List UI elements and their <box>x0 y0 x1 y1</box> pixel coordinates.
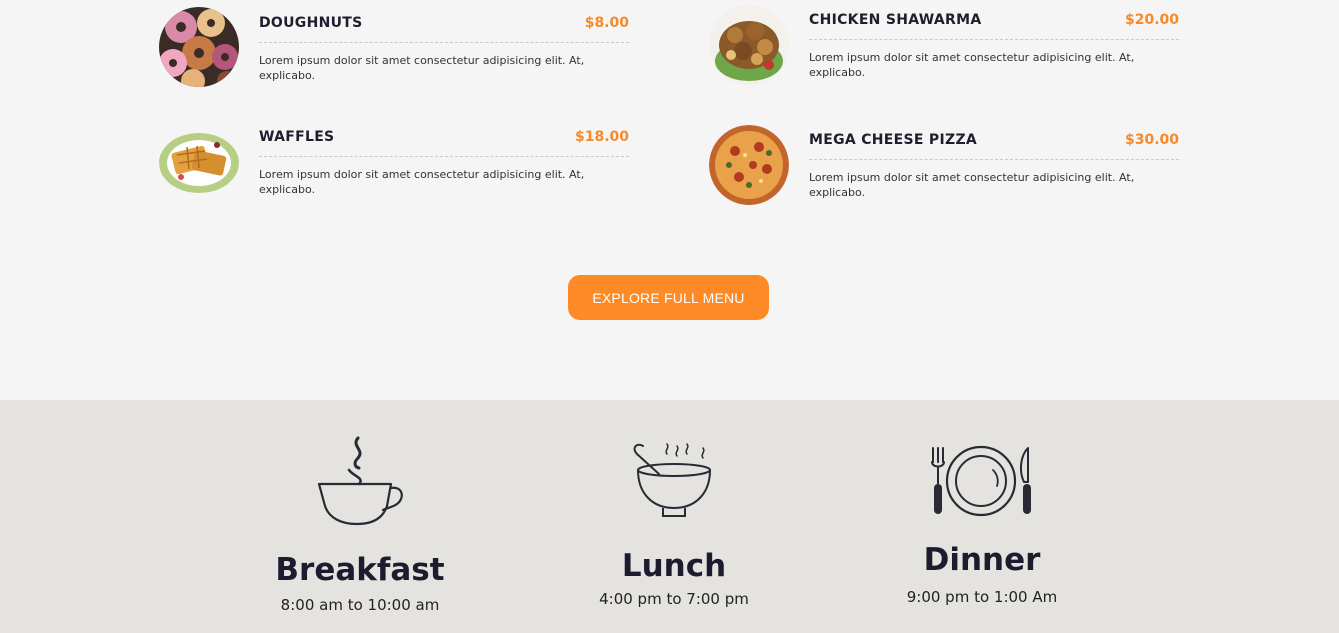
menu-item-description: Lorem ipsum dolor sit amet consectetur a… <box>809 171 1135 199</box>
meal-title: Dinner <box>923 542 1041 578</box>
menu-item-price: $18.00 <box>574 129 629 145</box>
dashed-divider <box>259 42 629 43</box>
meal-time: 9:00 pm to 1:00 Am <box>906 588 1058 606</box>
waffles-image <box>159 121 239 201</box>
menu-item-description: Lorem ipsum dolor sit amet consectetur a… <box>809 51 1135 79</box>
menu-item-mega-cheese-pizza[interactable]: MEGA CHEESE PIZZA $30.00 Lorem ipsum dol… <box>709 125 1179 215</box>
doughnuts-image <box>159 7 239 87</box>
plate-cutlery-icon <box>931 445 1031 517</box>
menu-item-description: Lorem ipsum dolor sit amet consectetur a… <box>259 54 585 82</box>
meal-title: Lunch <box>621 548 727 584</box>
menu-item-doughnuts[interactable]: DOUGHNUTS $8.00 Lorem ipsum dolor sit am… <box>159 7 629 97</box>
meal-time: 4:00 pm to 7:00 pm <box>599 590 749 608</box>
chicken-shawarma-image <box>709 5 789 85</box>
opening-hours-section: Breakfast 8:00 am to 10:00 am Lunch 4:00… <box>0 400 1339 633</box>
menu-item-waffles[interactable]: WAFFLES $18.00 Lorem ipsum dolor sit ame… <box>159 121 629 211</box>
menu-item-name: WAFFLES <box>259 129 335 145</box>
menu-item-description: Lorem ipsum dolor sit amet consectetur a… <box>259 168 585 196</box>
explore-full-menu-button[interactable]: EXPLORE FULL MENU <box>568 275 769 320</box>
meal-dinner: Dinner 9:00 pm to 1:00 Am <box>892 444 1072 606</box>
dashed-divider <box>259 156 629 157</box>
dashed-divider <box>809 39 1179 40</box>
meal-breakfast: Breakfast 8:00 am to 10:00 am <box>270 436 450 614</box>
menu-item-price: $20.00 <box>1124 12 1179 28</box>
dashed-divider <box>809 159 1179 160</box>
coffee-cup-icon <box>317 436 403 526</box>
meal-time: 8:00 am to 10:00 am <box>280 596 440 614</box>
menu-item-name: CHICKEN SHAWARMA <box>809 12 982 28</box>
menu-item-name: MEGA CHEESE PIZZA <box>809 132 978 148</box>
soup-bowl-icon <box>633 443 711 517</box>
menu-section: DOUGHNUTS $8.00 Lorem ipsum dolor sit am… <box>0 0 1339 400</box>
meal-title: Breakfast <box>275 552 445 588</box>
menu-item-chicken-shawarma[interactable]: CHICKEN SHAWARMA $20.00 Lorem ipsum dolo… <box>709 5 1179 95</box>
menu-item-price: $30.00 <box>1124 132 1179 148</box>
menu-item-price: $8.00 <box>584 15 629 31</box>
menu-item-name: DOUGHNUTS <box>259 15 363 31</box>
pizza-image <box>709 125 789 205</box>
meal-lunch: Lunch 4:00 pm to 7:00 pm <box>584 440 764 608</box>
